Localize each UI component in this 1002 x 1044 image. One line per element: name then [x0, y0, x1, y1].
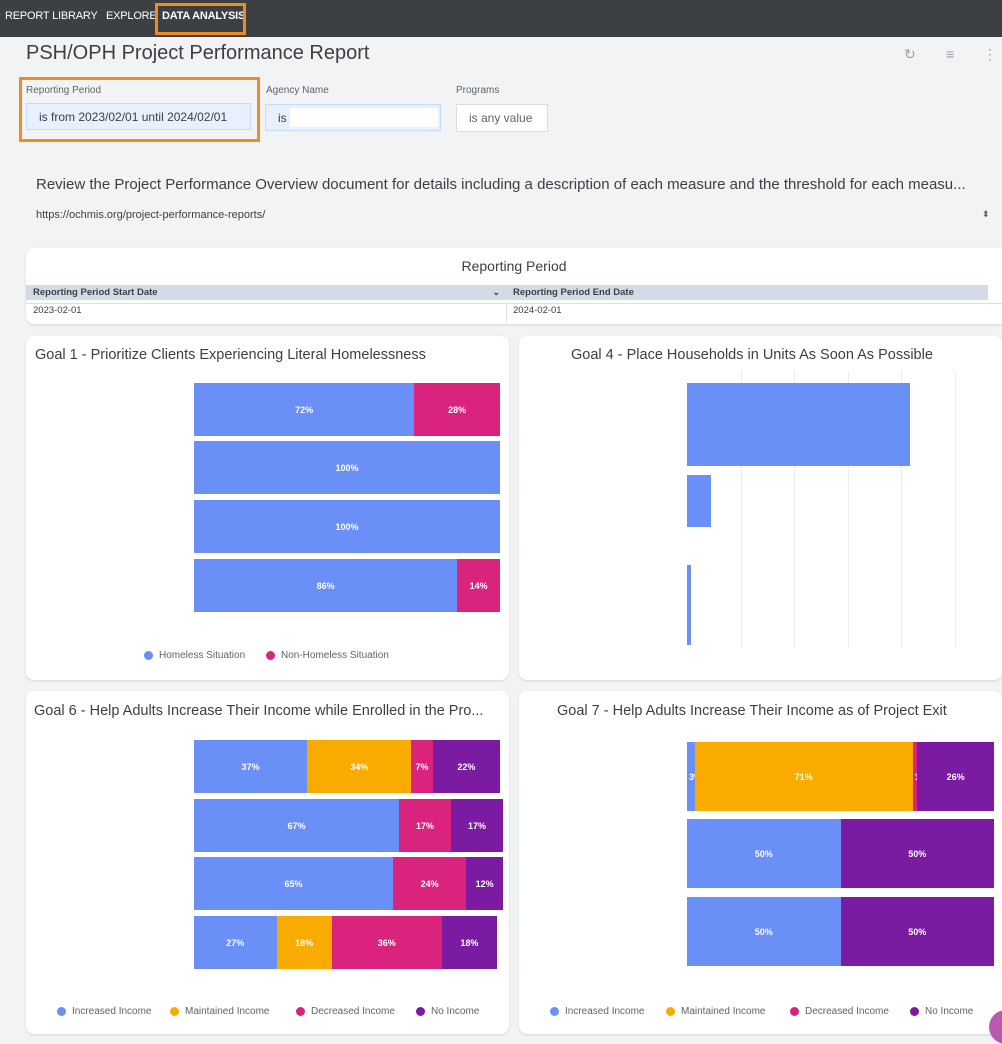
chart-0-bar-segment: 14%: [457, 559, 500, 612]
legend-label: Decreased Income: [805, 1006, 889, 1017]
nav-explore[interactable]: EXPLORE: [106, 10, 157, 22]
legend-label: No Income: [925, 1006, 974, 1017]
chart-3-legend-item: Maintained Income: [666, 1006, 766, 1017]
chart-0-bar-segment: 72%: [194, 383, 415, 436]
chart-1-bar: [687, 565, 691, 645]
legend-dot-icon: [550, 1007, 559, 1016]
table-header-start-date[interactable]: Reporting Period Start Date ⌄: [26, 285, 506, 300]
chart-3-bar-segment: 50%: [687, 819, 841, 888]
goal-7-chart-title: Goal 7 - Help Adults Increase Their Inco…: [557, 703, 947, 719]
goal-4-chart-title: Goal 4 - Place Households in Units As So…: [571, 347, 933, 363]
legend-label: Maintained Income: [185, 1006, 270, 1017]
filter-label-agency-name: Agency Name: [266, 85, 329, 96]
filter-icon[interactable]: ≡: [946, 46, 954, 62]
chart-2-bar-segment: 67%: [194, 799, 400, 852]
legend-dot-icon: [57, 1007, 66, 1016]
chart-0-legend-item: Homeless Situation: [144, 650, 245, 661]
chart-2-legend-item: Maintained Income: [170, 1006, 270, 1017]
agency-name-filter[interactable]: is: [265, 104, 441, 131]
chart-2-legend-item: Decreased Income: [296, 1006, 395, 1017]
legend-dot-icon: [296, 1007, 305, 1016]
chart-2-bar-segment: 12%: [466, 857, 504, 910]
legend-label: Homeless Situation: [159, 650, 246, 661]
chart-3-legend-item: Decreased Income: [790, 1006, 889, 1017]
chart-2-bar-segment: 18%: [441, 916, 497, 969]
table-cell-start-date: 2023-02-01: [33, 305, 82, 316]
legend-label: No Income: [431, 1006, 480, 1017]
page-title: PSH/OPH Project Performance Report: [26, 42, 370, 64]
chart-2-bar-segment: 18%: [276, 916, 332, 969]
legend-label: Increased Income: [565, 1006, 645, 1017]
nav-report-library[interactable]: REPORT LIBRARY: [5, 10, 98, 22]
legend-dot-icon: [266, 651, 275, 660]
legend-label: Maintained Income: [681, 1006, 766, 1017]
agency-name-redacted: [290, 108, 438, 127]
chart-2-bar-segment: 34%: [307, 740, 412, 793]
highlight-reporting-period: [19, 77, 260, 142]
chart-3-bar-segment: 50%: [687, 897, 841, 966]
chart-3-bar-segment: 26%: [917, 742, 994, 811]
chart-2-legend-item: Increased Income: [57, 1006, 152, 1017]
chart-3-legend-item: No Income: [910, 1006, 973, 1017]
programs-filter[interactable]: is any value: [456, 104, 548, 132]
chart-2-bar-segment: 17%: [451, 799, 504, 852]
chart-3-bar-segment: 3%: [687, 742, 702, 811]
chart-3-bar-segment: 71%: [694, 742, 913, 811]
chart-3-bar-segment: 50%: [840, 897, 994, 966]
chart-2-bar-segment: 65%: [194, 857, 393, 910]
legend-dot-icon: [170, 1007, 179, 1016]
agency-name-filter-value: is: [278, 110, 287, 125]
goal-6-chart-title: Goal 6 - Help Adults Increase Their Inco…: [34, 703, 484, 719]
chart-3-legend-item: Increased Income: [550, 1006, 645, 1017]
table-header-end-date[interactable]: Reporting Period End Date: [506, 285, 988, 300]
legend-dot-icon: [790, 1007, 799, 1016]
chart-2-bar-segment: 7%: [411, 740, 433, 793]
left-rail: [0, 37, 8, 1038]
legend-dot-icon: [416, 1007, 425, 1016]
legend-label: Decreased Income: [311, 1006, 395, 1017]
table-column-divider: [506, 302, 507, 322]
filter-label-programs: Programs: [456, 85, 500, 96]
chart-0-legend-item: Non-Homeless Situation: [266, 650, 389, 661]
more-icon[interactable]: ⋮: [983, 46, 997, 63]
refresh-icon[interactable]: ↻: [904, 46, 916, 63]
legend-dot-icon: [666, 1007, 675, 1016]
chart-2-bar-segment: 36%: [331, 916, 442, 969]
chart-0-bar-segment: 86%: [194, 559, 458, 612]
goal-1-chart-title: Goal 1 - Prioritize Clients Experiencing…: [35, 347, 426, 363]
chart-2-bar-segment: 24%: [392, 857, 467, 910]
legend-label: Non-Homeless Situation: [281, 650, 389, 661]
scroll-stepper-icon[interactable]: ⬍: [982, 209, 990, 220]
table-cell-end-date: 2024-02-01: [513, 305, 562, 316]
chart-2-bar-segment: 22%: [432, 740, 500, 793]
chart-1-bar: [687, 475, 711, 527]
sort-chevron-icon[interactable]: ⌄: [492, 287, 500, 298]
chart-2-bar-segment: 37%: [194, 740, 308, 793]
chart-2-bar-segment: 27%: [194, 916, 277, 969]
top-nav-bar: REPORT LIBRARY EXPLORE DATA ANALYSIS: [0, 0, 1002, 37]
chart-0-bar-segment: 100%: [194, 441, 500, 494]
chart-0-bar-segment: 100%: [194, 500, 500, 553]
description-url[interactable]: https://ochmis.org/project-performance-r…: [36, 209, 265, 221]
table-divider: [26, 303, 1002, 304]
chart-2-legend-item: No Income: [416, 1006, 479, 1017]
chart-0-bar-segment: 28%: [414, 383, 500, 436]
description-text: Review the Project Performance Overview …: [36, 176, 966, 193]
legend-dot-icon: [144, 651, 153, 660]
chart-1-gridline: [955, 372, 956, 648]
chart-1-bar: [687, 383, 910, 466]
chart-3-bar-segment: 50%: [840, 819, 994, 888]
legend-dot-icon: [910, 1007, 919, 1016]
chart-2-bar-segment: 17%: [399, 799, 452, 852]
highlight-data-analysis: [155, 3, 246, 35]
table-header-start-label: Reporting Period Start Date: [33, 287, 158, 298]
reporting-period-table-title: Reporting Period: [461, 258, 567, 274]
legend-label: Increased Income: [72, 1006, 152, 1017]
